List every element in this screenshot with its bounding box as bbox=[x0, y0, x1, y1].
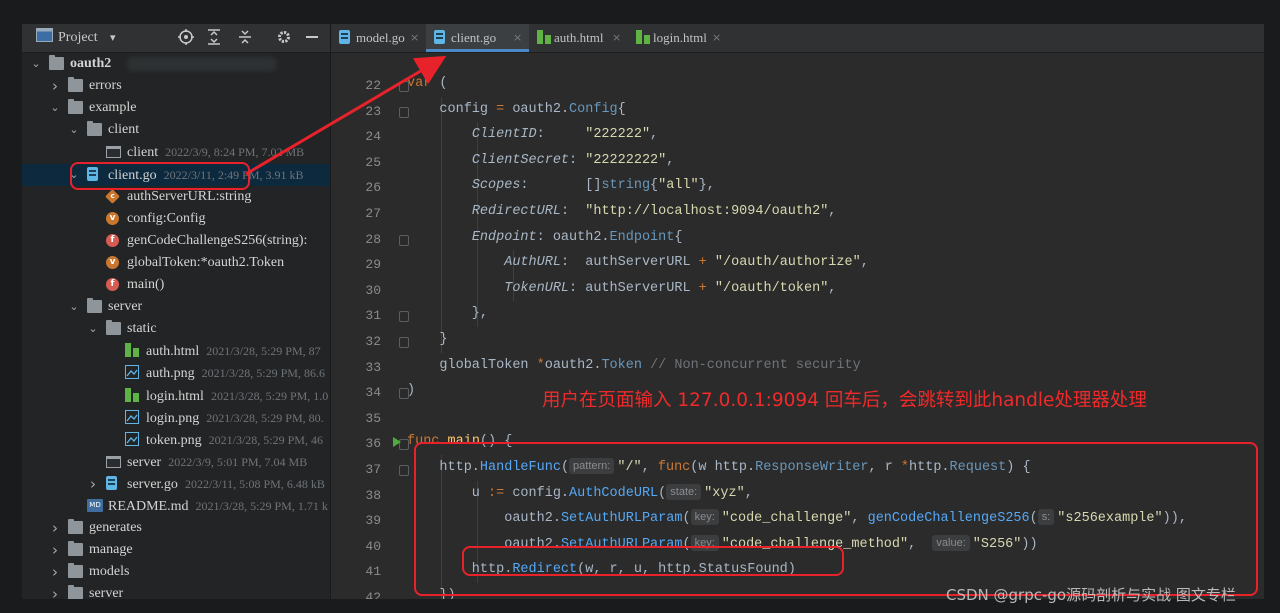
annotation-arrow bbox=[245, 55, 447, 176]
watermark: CSDN @grpc-go源码剖析与实战 图文专栏 bbox=[946, 586, 1236, 604]
annotation-text: 用户在页面输入 127.0.0.1:9094 回车后，会跳转到此handle处理… bbox=[542, 390, 1147, 411]
